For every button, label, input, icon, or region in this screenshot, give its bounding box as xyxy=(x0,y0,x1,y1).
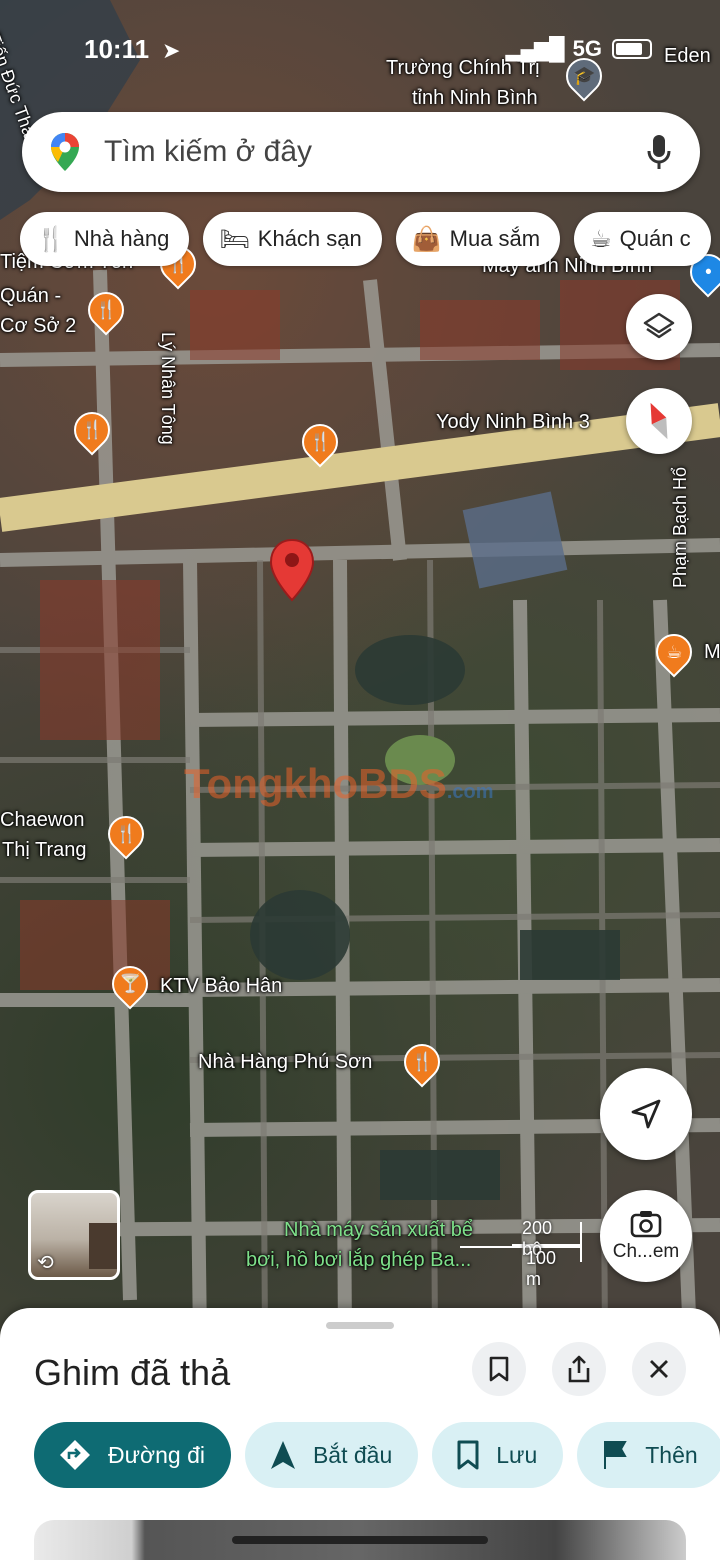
coffee-cup-icon: ☕ xyxy=(590,225,612,253)
map-label-truong-2: tỉnh Ninh Bình xyxy=(412,87,538,109)
camera-icon xyxy=(630,1211,662,1238)
share-button[interactable] xyxy=(552,1342,606,1396)
status-bar: 10:11 ➤ ▂▄▆█ 5G xyxy=(0,32,720,72)
map-label-m: M xyxy=(704,641,720,663)
flag-icon xyxy=(601,1439,629,1471)
directions-button[interactable]: Đường đi xyxy=(34,1422,231,1488)
chip-label: Quán c xyxy=(619,226,691,251)
chip-label: Nhà hàng xyxy=(73,226,170,251)
map-label-chaewon-2: Thị Trang xyxy=(2,839,87,861)
bed-icon: 🛏 xyxy=(219,225,250,253)
watermark-suffix: .com xyxy=(446,781,494,803)
chip-shopping[interactable]: 👜 Mua sắm xyxy=(395,212,561,266)
directions-icon xyxy=(58,1438,92,1472)
directions-label: Đường đi xyxy=(108,1441,205,1468)
rotate-360-icon: ⟲ xyxy=(37,1252,54,1274)
chip-label: Khách sạn xyxy=(257,226,362,251)
fork-knife-icon: 🍴 xyxy=(36,225,66,253)
signal-icon: ▂▄▆█ xyxy=(505,36,565,61)
share-icon xyxy=(568,1355,590,1383)
map-label-quan-1: Quán - xyxy=(0,285,62,307)
sheet-title: Ghim đã thả xyxy=(34,1352,231,1393)
watermark: TongkhoBDS.com xyxy=(184,760,494,808)
shopping-bag-icon: 👜 xyxy=(411,225,442,253)
camera-button[interactable]: Ch...em xyxy=(600,1190,692,1282)
map-label-ktv: KTV Bảo Hân xyxy=(160,975,283,997)
map-label-quan-2: Cơ Sở 2 xyxy=(0,315,77,337)
map-label-chaewon-1: Chaewon xyxy=(0,809,85,831)
home-indicator[interactable] xyxy=(232,1536,488,1544)
close-icon xyxy=(650,1360,668,1378)
status-time: 10:11 xyxy=(84,34,150,64)
layers-button[interactable] xyxy=(626,294,692,360)
chip-hotels[interactable]: 🛏 Khách sạn xyxy=(203,212,382,266)
save-label: Lưu xyxy=(496,1441,538,1468)
sheet-drag-handle[interactable] xyxy=(326,1322,394,1329)
compass-icon xyxy=(650,402,668,440)
scale-metric: 100 m xyxy=(526,1248,557,1289)
chip-cafes[interactable]: ☕ Quán c xyxy=(574,212,711,266)
navigation-arrow-icon xyxy=(269,1439,297,1471)
chip-restaurants[interactable]: 🍴 Nhà hàng xyxy=(20,212,190,266)
camera-button-label: Ch...em xyxy=(612,1241,680,1262)
place-sheet[interactable]: Ghim đã thả Đường đi Bắt đầu Lưu Thên xyxy=(0,1308,720,1560)
compass-button[interactable] xyxy=(626,388,692,454)
map-label-nha-may-1: Nhà máy sản xuất bể xyxy=(284,1219,473,1241)
dropped-pin-icon xyxy=(269,538,315,602)
map-label-street-ly-nhan-tong: Lý Nhân Tông xyxy=(158,332,178,445)
action-buttons: Đường đi Bắt đầu Lưu Thên xyxy=(34,1422,720,1488)
map-label-yody: Yody Ninh Bình 3 xyxy=(436,411,590,433)
navigation-arrow-icon xyxy=(631,1099,661,1129)
start-button[interactable]: Bắt đầu xyxy=(244,1422,419,1488)
street-view-thumbnail[interactable]: ⟲ xyxy=(28,1190,120,1280)
search-input[interactable]: Tìm kiếm ở đây xyxy=(104,135,646,169)
bookmark-icon xyxy=(456,1439,480,1471)
mic-icon[interactable] xyxy=(646,132,672,172)
save-button[interactable] xyxy=(472,1342,526,1396)
google-maps-pin-icon xyxy=(51,133,79,171)
more-button[interactable]: Thên xyxy=(577,1422,720,1488)
location-arrow-icon: ➤ xyxy=(162,38,181,63)
map-label-nha-hang-phu-son: Nhà Hàng Phú Sơn xyxy=(198,1051,373,1073)
more-label: Thên xyxy=(645,1441,698,1468)
watermark-text: TongkhoBDS xyxy=(184,760,447,807)
map-label-nha-may-2: bơi, hồ bơi lắp ghép Ba... xyxy=(246,1249,472,1271)
start-label: Bắt đầu xyxy=(312,1441,393,1468)
bookmark-icon xyxy=(489,1356,509,1382)
save-action-button[interactable]: Lưu xyxy=(432,1422,564,1488)
close-button[interactable] xyxy=(632,1342,686,1396)
network-type: 5G xyxy=(572,36,602,61)
map-label-street-pham-bach-ho: Phạm Bạch Hổ xyxy=(670,466,690,588)
thumbnail-door xyxy=(89,1223,117,1269)
search-bar[interactable]: Tìm kiếm ở đây xyxy=(22,112,700,192)
category-chips: 🍴 Nhà hàng 🛏 Khách sạn 👜 Mua sắm ☕ Quán c xyxy=(20,212,711,266)
my-location-button[interactable] xyxy=(600,1068,692,1160)
battery-icon xyxy=(612,39,652,59)
chip-label: Mua sắm xyxy=(449,226,541,251)
layers-icon xyxy=(643,312,675,339)
